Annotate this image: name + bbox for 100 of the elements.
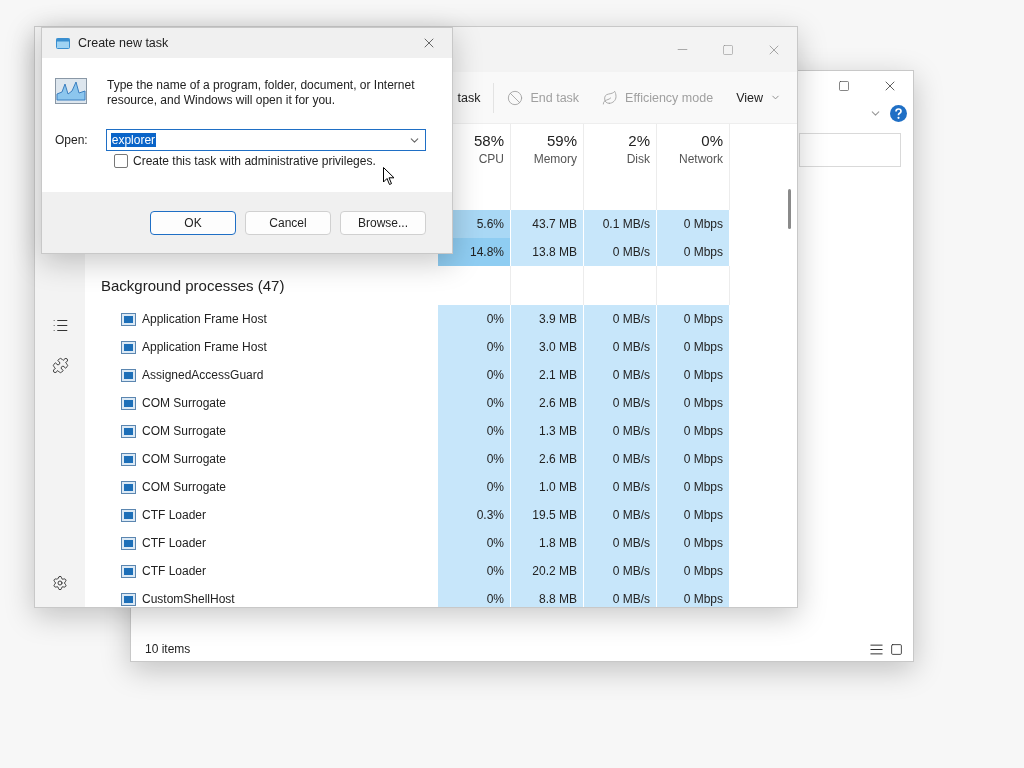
search-field[interactable] [799, 133, 901, 167]
process-icon [121, 564, 136, 578]
table-cell: 0 MB/s [584, 445, 657, 473]
table-cell: 0 Mbps [657, 501, 730, 529]
scrollbar-thumb[interactable] [788, 189, 791, 229]
puzzle-icon [51, 356, 69, 374]
process-icon [121, 536, 136, 550]
help-icon[interactable] [890, 104, 907, 122]
table-cell: 8.8 MB [511, 585, 584, 607]
process-icon [121, 480, 136, 494]
table-cell: 0% [438, 333, 511, 361]
table-cell: 3.9 MB [511, 305, 584, 333]
dialog-button[interactable]: OK [150, 210, 236, 235]
details-view-icon[interactable] [869, 641, 884, 657]
table-cell: 0% [438, 389, 511, 417]
table-cell: 0 Mbps [657, 529, 730, 557]
table-cell: 0% [438, 557, 511, 585]
admin-checkbox[interactable] [114, 154, 128, 168]
table-cell: 0 MB/s [584, 417, 657, 445]
table-cell: 1.8 MB [511, 529, 584, 557]
process-name[interactable]: AssignedAccessGuard [85, 361, 319, 389]
table-cell: 1.0 MB [511, 473, 584, 501]
checkbox-label: Create this task with administrative privileges. [133, 154, 376, 168]
table-cell: 0 Mbps [657, 445, 730, 473]
process-icon [121, 424, 136, 438]
dialog-title: Create new task [78, 36, 170, 50]
table-cell: 0 Mbps [657, 473, 730, 501]
dialog-button[interactable]: Cancel [245, 210, 331, 235]
preview-view-icon[interactable] [890, 642, 903, 656]
process-name[interactable]: COM Surrogate [85, 473, 319, 501]
table-cell: 0 MB/s [584, 361, 657, 389]
table-cell: 0 Mbps [657, 238, 730, 266]
table-cell: 0% [438, 417, 511, 445]
process-icon [121, 508, 136, 522]
table-cell: 0 MB/s [584, 238, 657, 266]
table-cell: 0 Mbps [657, 210, 730, 238]
process-name[interactable]: Application Frame Host [85, 333, 319, 361]
table-cell: 0 Mbps [657, 333, 730, 361]
process-icon [121, 368, 136, 382]
table-cell: 0.3% [438, 501, 511, 529]
process-icon [121, 592, 136, 606]
performance-chart-icon [55, 78, 87, 104]
table-cell: 0% [438, 445, 511, 473]
table-cell: 0 MB/s [584, 473, 657, 501]
process-name[interactable]: COM Surrogate [85, 445, 319, 473]
table-cell: 0 MB/s [584, 557, 657, 585]
table-cell: 19.5 MB [511, 501, 584, 529]
prohibit-icon [507, 89, 524, 106]
table-cell: 0% [438, 305, 511, 333]
table-cell: 0 MB/s [584, 529, 657, 557]
group-heading[interactable]: Background processes (47) [85, 266, 319, 305]
process-name[interactable]: CTF Loader [85, 557, 319, 585]
leaf-icon [602, 89, 619, 106]
table-cell: 2.6 MB [511, 389, 584, 417]
process-name[interactable]: COM Surrogate [85, 417, 319, 445]
table-cell: 43.7 MB [511, 210, 584, 238]
table-cell: 0 MB/s [584, 389, 657, 417]
window-icon [56, 37, 70, 49]
table-cell: 0 Mbps [657, 585, 730, 607]
table-cell: 0 Mbps [657, 389, 730, 417]
table-cell: 0 Mbps [657, 361, 730, 389]
column-header[interactable]: 0% Network [657, 124, 730, 174]
table-cell: 0 MB/s [584, 585, 657, 607]
dialog-button[interactable]: Browse... [340, 210, 426, 235]
table-cell: 3.0 MB [511, 333, 584, 361]
table-cell: 2.6 MB [511, 445, 584, 473]
process-name[interactable]: CTF Loader [85, 529, 319, 557]
table-cell: 0 Mbps [657, 417, 730, 445]
process-name[interactable]: CTF Loader [85, 501, 319, 529]
process-name[interactable]: COM Surrogate [85, 389, 319, 417]
table-cell: 0 MB/s [584, 501, 657, 529]
process-icon [121, 312, 136, 326]
view-menu[interactable]: View [726, 86, 791, 109]
process-icon [121, 340, 136, 354]
table-cell: 0% [438, 361, 511, 389]
process-name[interactable]: Application Frame Host [85, 305, 319, 333]
process-icon [121, 452, 136, 466]
dialog-message: Type the name of a program, folder, document, or Internet resource, and Windows will open it for you. [107, 78, 416, 108]
mouse-cursor-icon [383, 167, 395, 186]
table-cell: 0 MB/s [584, 305, 657, 333]
settings-icon[interactable] [52, 575, 68, 591]
table-cell: 0% [438, 585, 511, 607]
column-header[interactable]: 2% Disk [584, 124, 657, 174]
open-label: Open: [55, 133, 88, 147]
process-icon [121, 396, 136, 410]
open-combo-box[interactable]: explorer [105, 129, 426, 151]
table-cell: 2.1 MB [511, 361, 584, 389]
table-cell: 13.8 MB [511, 238, 584, 266]
process-name[interactable]: CustomShellHost [85, 585, 319, 607]
table-cell: 0% [438, 529, 511, 557]
item-count: 10 items [145, 642, 192, 656]
column-header[interactable]: 59% Memory [511, 124, 584, 174]
table-cell: 20.2 MB [511, 557, 584, 585]
table-cell: 0 Mbps [657, 557, 730, 585]
maximize-icon[interactable] [838, 80, 850, 92]
table-cell: 0% [438, 473, 511, 501]
table-cell: 0 Mbps [657, 305, 730, 333]
table-cell: 0 MB/s [584, 333, 657, 361]
table-cell: 0.1 MB/s [584, 210, 657, 238]
table-cell: 1.3 MB [511, 417, 584, 445]
